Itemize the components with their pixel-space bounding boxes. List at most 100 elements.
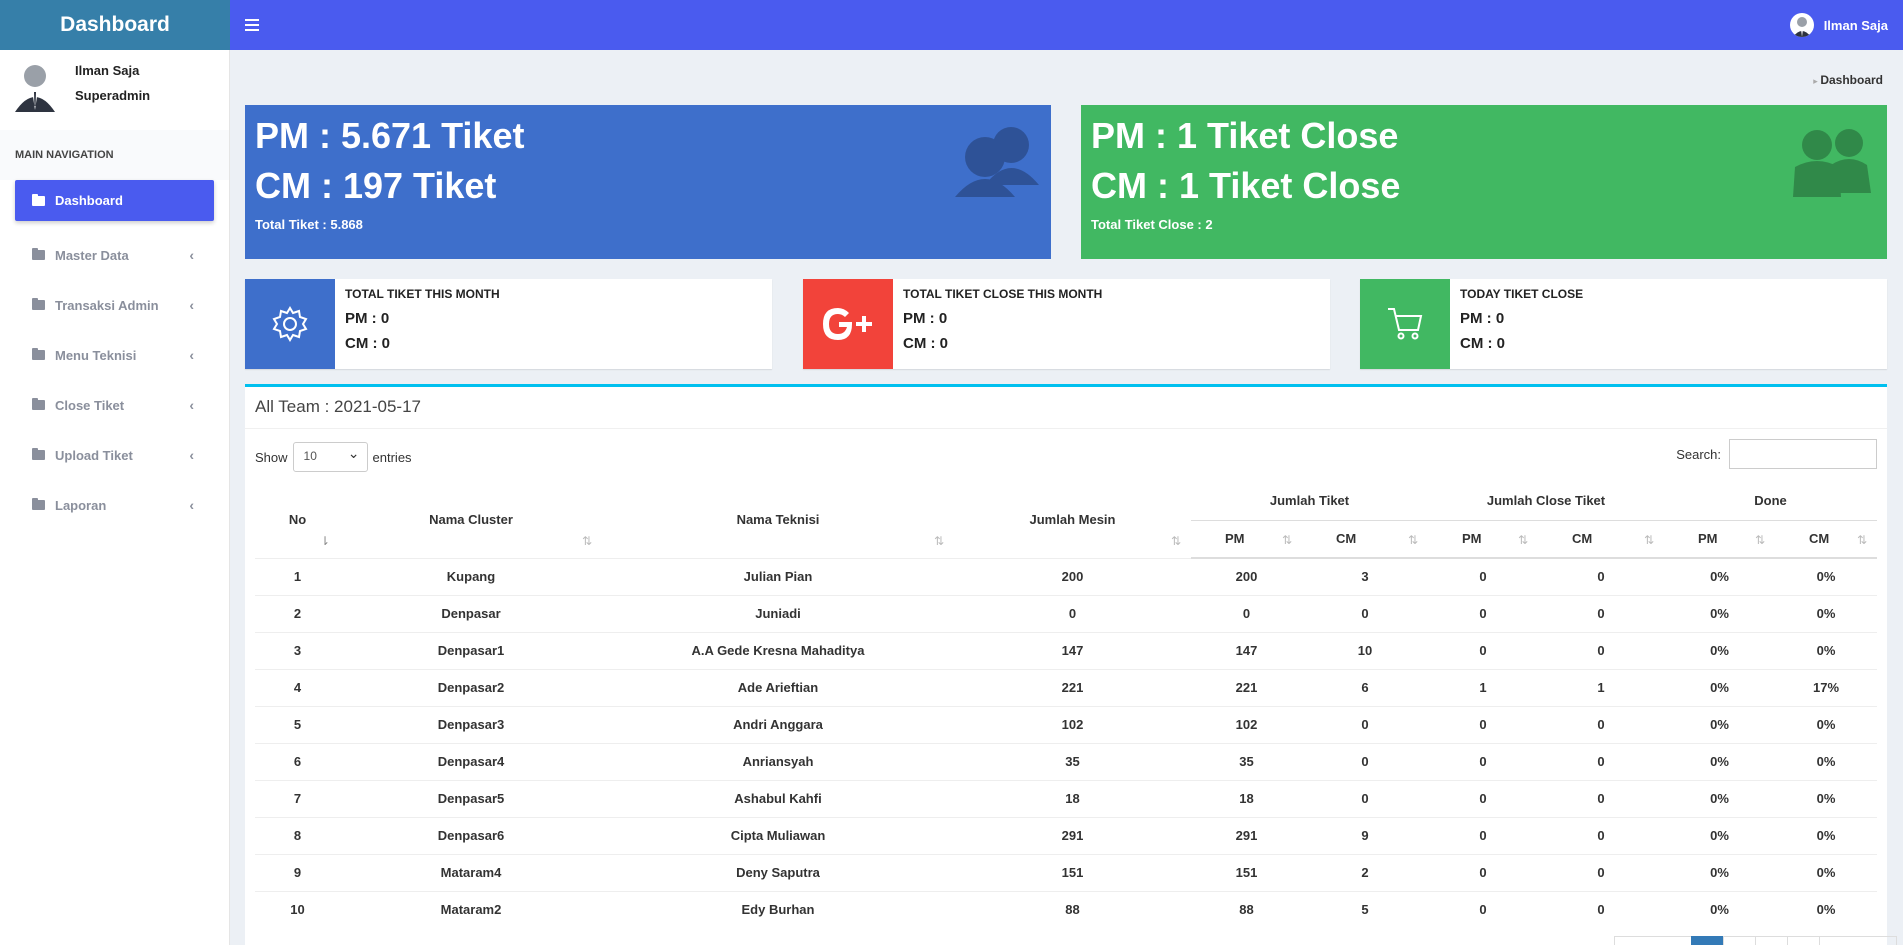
table-cell: 0 bbox=[1538, 742, 1664, 780]
cm-close-count: CM : 1 Tiket Close bbox=[1091, 165, 1401, 206]
table-row: 6 Denpasar4 Anriansyah 35 35 0 0 0 0% 0% bbox=[255, 742, 1877, 780]
pagination-page[interactable] bbox=[1787, 936, 1820, 945]
table-cell: 2 bbox=[1302, 853, 1428, 891]
info-box-pm: PM : 0 bbox=[1460, 310, 1505, 327]
table-cell: 0% bbox=[1775, 594, 1877, 632]
table-row: 3 Denpasar1 A.A Gede Kresna Mahaditya 147 14… bbox=[255, 631, 1877, 669]
col-header-tiket-cm[interactable]: CM ⇅ bbox=[1302, 520, 1428, 559]
pagination-page[interactable] bbox=[1723, 936, 1756, 945]
folder-icon bbox=[32, 248, 45, 260]
table-cell: 0% bbox=[1775, 557, 1877, 595]
table-cell: 0% bbox=[1664, 594, 1775, 632]
sort-icon: ⇅ bbox=[1643, 533, 1654, 547]
table-cell: Ashabul Kahfi bbox=[602, 779, 954, 817]
table-cell: 0 bbox=[1428, 594, 1538, 632]
table-cell: 0% bbox=[1664, 779, 1775, 817]
table-row: 10 Mataram2 Edy Burhan 88 88 5 0 0 0% 0% bbox=[255, 890, 1877, 928]
sidebar-item-label: Dashboard bbox=[55, 193, 123, 208]
table-cell: 0 bbox=[1538, 816, 1664, 854]
chevron-left-icon: ‹ bbox=[189, 347, 194, 363]
info-box-tiket-month: TOTAL TIKET THIS MONTH PM : 0 CM : 0 bbox=[245, 279, 772, 369]
sidebar-item-laporan[interactable]: Laporan ‹ bbox=[0, 480, 229, 530]
entries-select[interactable]: 10 bbox=[292, 442, 368, 472]
user-menu[interactable]: Ilman Saja bbox=[1789, 13, 1888, 37]
table-cell: Ade Arieftian bbox=[602, 668, 954, 706]
pagination-page[interactable] bbox=[1691, 936, 1724, 945]
col-header-close-cm[interactable]: CM ⇅ bbox=[1538, 520, 1664, 559]
pagination-next[interactable] bbox=[1819, 936, 1897, 945]
table-cell: 0 bbox=[1302, 705, 1428, 743]
table-cell: 0% bbox=[1664, 631, 1775, 669]
table-cell: Mataram2 bbox=[340, 890, 602, 928]
sort-asc-icon: ⇂ bbox=[319, 533, 330, 548]
brand-logo[interactable]: Dashboard bbox=[0, 0, 230, 50]
table-cell: 0% bbox=[1664, 890, 1775, 928]
sidebar-item-label: Laporan bbox=[55, 497, 107, 513]
col-header-close-pm[interactable]: PM ⇅ bbox=[1428, 520, 1538, 559]
col-header-mesin[interactable]: Jumlah Mesin ⇅ bbox=[954, 482, 1191, 558]
info-box-cm: CM : 0 bbox=[1460, 335, 1505, 352]
table-cell: 88 bbox=[1191, 890, 1302, 928]
col-group-done: Done bbox=[1664, 482, 1877, 521]
table-cell: 18 bbox=[1191, 779, 1302, 817]
sidebar-item-label: Close Tiket bbox=[55, 397, 125, 413]
table-cell: Denpasar5 bbox=[340, 779, 602, 817]
sort-icon: ⇅ bbox=[1281, 533, 1292, 547]
table-cell: Denpasar6 bbox=[340, 816, 602, 854]
sort-icon: ⇅ bbox=[1754, 533, 1765, 547]
col-header-cluster[interactable]: Nama Cluster ⇅ bbox=[340, 482, 602, 558]
table-cell: Anriansyah bbox=[602, 742, 954, 780]
folder-icon bbox=[32, 448, 45, 460]
pagination-previous[interactable] bbox=[1614, 936, 1692, 945]
sidebar-item-transaksi-admin[interactable]: Transaksi Admin ‹ bbox=[0, 280, 229, 330]
chevron-left-icon: ‹ bbox=[189, 297, 194, 313]
cm-open-count: CM : 197 Tiket bbox=[255, 165, 497, 206]
sidebar-item-upload-tiket[interactable]: Upload Tiket ‹ bbox=[0, 430, 229, 480]
sidebar-user-role: Superadmin bbox=[75, 88, 151, 103]
total-open: Total Tiket : 5.868 bbox=[255, 217, 363, 232]
table-cell: Juniadi bbox=[602, 594, 954, 632]
chevron-left-icon: ‹ bbox=[189, 497, 194, 513]
search-input[interactable] bbox=[1729, 439, 1877, 469]
folder-icon bbox=[32, 298, 45, 310]
table-row: 4 Denpasar2 Ade Arieftian 221 221 6 1 1 0% 17% bbox=[255, 668, 1877, 706]
sidebar-item-label: Upload Tiket bbox=[55, 447, 133, 463]
sidebar-item-close-tiket[interactable]: Close Tiket ‹ bbox=[0, 380, 229, 430]
show-label: Show bbox=[255, 449, 288, 465]
table-cell: 0% bbox=[1664, 853, 1775, 891]
col-header-done-cm[interactable]: CM ⇅ bbox=[1775, 520, 1877, 559]
info-box-pm: PM : 0 bbox=[345, 310, 390, 327]
col-header-teknisi[interactable]: Nama Teknisi ⇅ bbox=[602, 482, 954, 558]
avatar bbox=[1789, 13, 1814, 37]
table-cell: 3 bbox=[1302, 557, 1428, 595]
breadcrumb[interactable]: Dashboard bbox=[1813, 73, 1883, 87]
entries-label: entries bbox=[372, 449, 412, 465]
sidebar-item-master-data[interactable]: Master Data ‹ bbox=[0, 230, 229, 280]
sidebar-item-dashboard[interactable]: Dashboard bbox=[15, 180, 214, 221]
google-plus-icon bbox=[803, 279, 893, 369]
col-header-done-pm[interactable]: PM ⇅ bbox=[1664, 520, 1775, 559]
sidebar-item-menu-teknisi[interactable]: Menu Teknisi ‹ bbox=[0, 330, 229, 380]
table-cell: 2 bbox=[255, 594, 340, 632]
table-cell: 0 bbox=[1428, 557, 1538, 595]
table-cell: Deny Saputra bbox=[602, 853, 954, 891]
table-row: 5 Denpasar3 Andri Anggara 102 102 0 0 0 0% 0% bbox=[255, 705, 1877, 743]
table-cell: 0 bbox=[1538, 853, 1664, 891]
table-cell: 102 bbox=[1191, 705, 1302, 743]
table-cell: A.A Gede Kresna Mahaditya bbox=[602, 631, 954, 669]
info-box-cm: CM : 0 bbox=[345, 335, 390, 352]
info-box-close-month: TOTAL TIKET CLOSE THIS MONTH PM : 0 CM :… bbox=[803, 279, 1330, 369]
table-cell: 9 bbox=[1302, 816, 1428, 854]
pagination-page[interactable] bbox=[1755, 936, 1788, 945]
col-header-tiket-pm[interactable]: PM ⇅ bbox=[1191, 520, 1302, 559]
nav-header: MAIN NAVIGATION bbox=[0, 130, 229, 180]
col-group-jumlah-close: Jumlah Close Tiket bbox=[1428, 482, 1664, 521]
table-row: 7 Denpasar5 Ashabul Kahfi 18 18 0 0 0 0% 0% bbox=[255, 779, 1877, 817]
table-cell: Denpasar2 bbox=[340, 668, 602, 706]
table-cell: 1 bbox=[1428, 668, 1538, 706]
col-header-no[interactable]: No ⇂ bbox=[255, 482, 340, 558]
table-row: 8 Denpasar6 Cipta Muliawan 291 291 9 0 0 0% 0% bbox=[255, 816, 1877, 854]
folder-icon bbox=[32, 348, 45, 360]
user-panel: Ilman Saja Superadmin bbox=[0, 50, 229, 130]
menu-toggle-icon[interactable] bbox=[245, 19, 259, 31]
